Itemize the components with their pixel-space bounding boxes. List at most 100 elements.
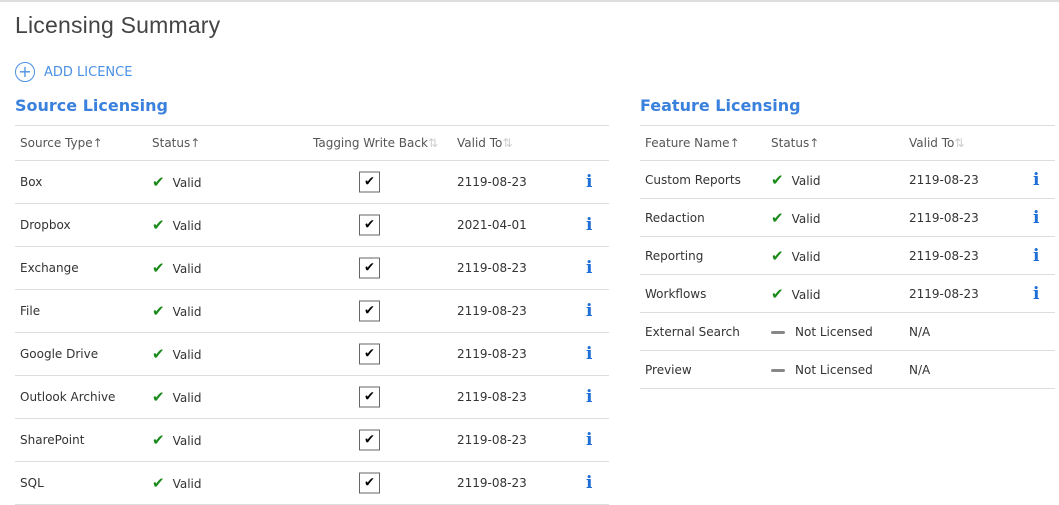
info-icon[interactable]: i — [1033, 170, 1039, 190]
valid-to: 2119-08-23 — [457, 390, 527, 404]
source-licensing-heading: Source Licensing — [15, 96, 168, 115]
info-icon[interactable]: i — [586, 430, 592, 450]
tagging-write-back-checkbox[interactable]: ✔ — [359, 214, 380, 236]
tagging-write-back-checkbox[interactable]: ✔ — [359, 257, 380, 279]
header-label: Source Type — [20, 136, 93, 150]
status-text: Valid — [172, 262, 202, 276]
valid-to: N/A — [909, 362, 931, 377]
sort-status[interactable]: Status↑ — [771, 136, 819, 150]
info-icon[interactable]: i — [586, 301, 592, 321]
table-row: Custom Reports ✔ Valid 2119-08-23 i — [640, 161, 1055, 199]
table-row: Redaction ✔ Valid 2119-08-23 i — [640, 199, 1055, 237]
sort-feature-name[interactable]: Feature Name↑ — [645, 136, 740, 150]
status: ✔ Valid — [152, 388, 202, 406]
tagging-write-back-checkbox[interactable]: ✔ — [359, 386, 380, 408]
sort-both-icon: ⇅ — [427, 136, 438, 150]
info-icon[interactable]: i — [1033, 208, 1039, 228]
feature-name: Preview — [645, 362, 692, 377]
table-row: Outlook Archive ✔ Valid ✔ 2119-08-23 i — [15, 376, 609, 419]
sort-up-icon: ↑ — [190, 136, 201, 150]
table-header: Source Type↑ Status↑ Tagging Write Back⇅… — [15, 126, 609, 161]
sort-up-icon: ↑ — [809, 136, 820, 150]
page-title: Licensing Summary — [15, 12, 221, 38]
valid-to: 2119-08-23 — [457, 476, 527, 490]
check-icon: ✔ — [152, 474, 165, 492]
valid-to: 2119-08-23 — [909, 286, 979, 301]
valid-to: 2119-08-23 — [909, 210, 979, 225]
info-icon[interactable]: i — [586, 215, 592, 235]
tagging-write-back-checkbox[interactable]: ✔ — [359, 171, 380, 193]
check-icon: ✔ — [152, 173, 165, 191]
status: ✔ Valid — [152, 431, 202, 449]
sort-source-type[interactable]: Source Type↑ — [20, 136, 103, 150]
status: ✔ Valid — [152, 302, 202, 320]
info-icon[interactable]: i — [586, 387, 592, 407]
sort-tagging[interactable]: Tagging Write Back⇅ — [313, 136, 438, 150]
tagging-write-back-checkbox[interactable]: ✔ — [359, 472, 380, 494]
sort-both-icon: ⇅ — [502, 136, 513, 150]
valid-to: 2119-08-23 — [457, 347, 527, 361]
source-type: Box — [20, 175, 43, 189]
status: Not Licensed — [771, 325, 873, 339]
table-row: File ✔ Valid ✔ 2119-08-23 i — [15, 290, 609, 333]
valid-to: 2119-08-23 — [457, 304, 527, 318]
sort-up-icon: ↑ — [729, 136, 740, 150]
add-licence-button[interactable]: + ADD LICENCE — [15, 62, 132, 82]
source-type: Outlook Archive — [20, 390, 116, 404]
status: ✔ Valid — [771, 171, 821, 189]
status-text: Not Licensed — [795, 362, 873, 377]
info-icon[interactable]: i — [586, 473, 592, 493]
header-label: Tagging Write Back — [313, 136, 428, 150]
check-icon: ✔ — [152, 388, 165, 406]
info-icon[interactable]: i — [586, 172, 592, 192]
valid-to: 2119-08-23 — [909, 248, 979, 263]
table-row: Exchange ✔ Valid ✔ 2119-08-23 i — [15, 247, 609, 290]
dash-icon — [771, 368, 785, 372]
tagging-write-back-checkbox[interactable]: ✔ — [359, 300, 380, 322]
status-text: Valid — [172, 305, 202, 319]
check-icon: ✔ — [152, 259, 165, 277]
feature-licensing-heading: Feature Licensing — [640, 96, 801, 115]
status-text: Valid — [172, 176, 202, 190]
source-type: Dropbox — [20, 218, 71, 232]
status: ✔ Valid — [771, 285, 821, 303]
info-icon[interactable]: i — [1033, 246, 1039, 266]
status-text: Valid — [172, 391, 202, 405]
status: ✔ Valid — [152, 216, 202, 234]
source-type: Google Drive — [20, 347, 99, 361]
check-icon: ✔ — [771, 246, 784, 265]
status-text: Valid — [791, 211, 821, 226]
table-row: Preview Not Licensed N/A — [640, 351, 1055, 389]
info-icon[interactable]: i — [1033, 284, 1039, 304]
status-text: Valid — [172, 434, 202, 448]
info-icon[interactable]: i — [586, 258, 592, 278]
table-row: SharePoint ✔ Valid ✔ 2119-08-23 i — [15, 419, 609, 462]
status-text: Not Licensed — [795, 324, 873, 339]
valid-to: 2119-08-23 — [457, 433, 527, 447]
sort-valid-to[interactable]: Valid To⇅ — [457, 136, 512, 150]
check-icon: ✔ — [771, 284, 784, 303]
table-row: Workflows ✔ Valid 2119-08-23 i — [640, 275, 1055, 313]
status: ✔ Valid — [152, 345, 202, 363]
feature-name: Workflows — [645, 286, 707, 301]
source-type: Exchange — [20, 261, 79, 275]
tagging-write-back-checkbox[interactable]: ✔ — [359, 343, 380, 365]
table-row: External Search Not Licensed N/A — [640, 313, 1055, 351]
tagging-write-back-checkbox[interactable]: ✔ — [359, 429, 380, 451]
check-icon: ✔ — [771, 208, 784, 227]
status-text: Valid — [791, 173, 821, 188]
status: ✔ Valid — [771, 247, 821, 265]
source-type: SQL — [20, 476, 44, 490]
table-header: Feature Name↑ Status↑ Valid To⇅ — [640, 126, 1055, 161]
feature-name: Reporting — [645, 248, 704, 263]
check-icon: ✔ — [152, 345, 165, 363]
header-label: Valid To — [909, 136, 955, 150]
sort-valid-to[interactable]: Valid To⇅ — [909, 136, 964, 150]
header-label: Status — [152, 136, 191, 150]
source-type: File — [20, 304, 41, 318]
sort-status[interactable]: Status↑ — [152, 136, 200, 150]
status-text: Valid — [791, 249, 821, 264]
table-row: Box ✔ Valid ✔ 2119-08-23 i — [15, 161, 609, 204]
info-icon[interactable]: i — [586, 344, 592, 364]
check-icon: ✔ — [152, 216, 165, 234]
